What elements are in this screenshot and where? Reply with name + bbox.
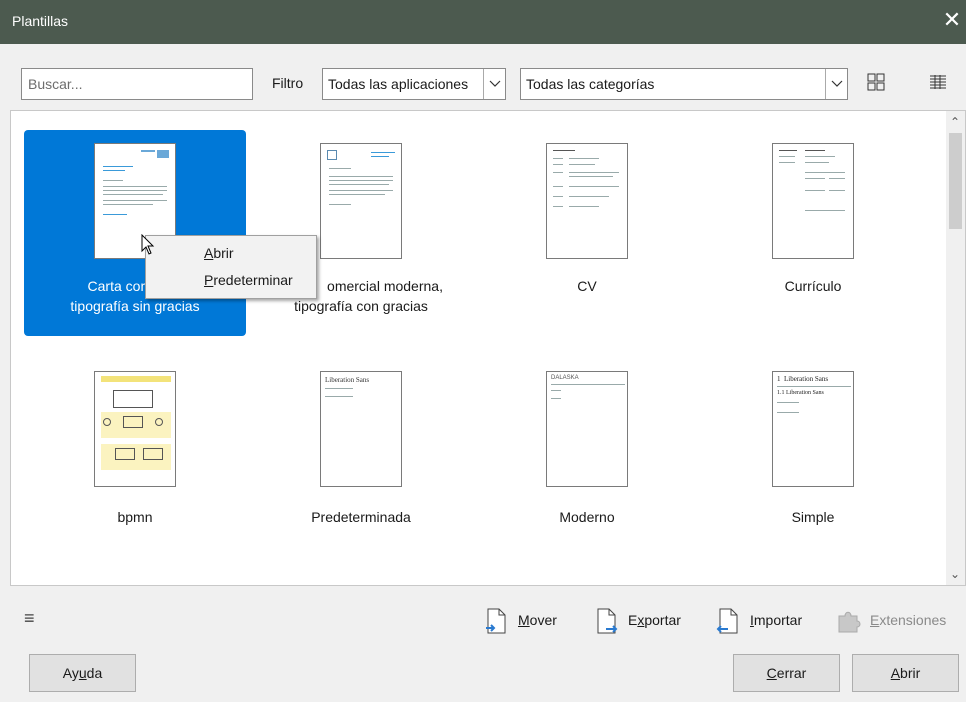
thumbnail-heading-number: 1	[777, 375, 781, 383]
template-thumbnail: DALASKA	[546, 371, 628, 487]
export-icon	[597, 608, 618, 634]
template-thumbnail	[94, 371, 176, 487]
template-thumbnail	[546, 143, 628, 259]
template-tile[interactable]: bpmn	[24, 361, 246, 567]
import-button[interactable]: Importar	[716, 608, 816, 634]
hamburger-menu-icon[interactable]: ≡	[24, 608, 48, 632]
template-tile[interactable]: 1 Liberation Sans 1.1 Liberation Sans Si…	[702, 361, 924, 567]
title-bar: Plantillas ✕	[0, 0, 966, 44]
open-button[interactable]: Abrir	[852, 654, 959, 692]
template-tile[interactable]: Carta comercia tipografía sin gracias	[24, 130, 246, 336]
template-tile[interactable]: Liberation Sans Predeterminada	[250, 361, 472, 567]
label-rest: portar	[644, 612, 681, 628]
template-tile[interactable]: CV	[476, 130, 698, 336]
thumbnail-heading: Liberation Sans	[325, 376, 370, 384]
move-label: Mover	[518, 612, 557, 628]
mnemonic-letter: P	[204, 272, 214, 288]
menu-item-label: brir	[213, 245, 234, 261]
extensions-label: Extensiones	[870, 612, 946, 628]
move-icon	[486, 608, 506, 634]
chevron-down-icon[interactable]	[825, 69, 847, 99]
mnemonic-letter: E	[870, 612, 880, 628]
extensions-icon	[838, 611, 861, 633]
label-first: E	[628, 612, 638, 628]
template-label: bpmn	[117, 509, 153, 525]
thumbnail-heading-text: Liberation Sans	[784, 375, 829, 383]
mnemonic-letter: u	[78, 665, 87, 681]
export-button[interactable]: Exportar	[594, 608, 694, 634]
context-menu-item-set-default[interactable]: Predeterminar	[204, 272, 293, 294]
export-label: Exportar	[628, 612, 681, 628]
thumbnail-heading: 1 Liberation Sans	[777, 375, 828, 383]
categories-select-value: Todas las categorías	[526, 76, 655, 92]
label-rest: errar	[776, 665, 807, 681]
context-menu-item-open[interactable]: Abrir	[204, 245, 234, 267]
label-rest: da	[86, 665, 103, 681]
context-menu: Abrir Predeterminar	[145, 235, 317, 299]
help-button[interactable]: Ayuda	[29, 654, 136, 692]
thumbnail-subheading-number: 1.1	[777, 390, 785, 396]
list-view-icon[interactable]	[928, 72, 952, 96]
template-tile[interactable]: omercial moderna, tipografía con gracias	[250, 130, 472, 336]
chevron-down-icon[interactable]	[483, 69, 505, 99]
mnemonic-letter: A	[890, 665, 901, 681]
template-tile[interactable]: Currículo	[702, 130, 924, 336]
label-rest: xtensiones	[879, 612, 947, 628]
template-label: Predeterminada	[311, 509, 411, 525]
template-thumbnail: Liberation Sans	[320, 371, 402, 487]
move-button[interactable]: Mover	[484, 608, 574, 634]
thumbnail-heading: DALASKA	[551, 375, 579, 381]
scroll-up-icon[interactable]: ⌃	[950, 115, 960, 129]
window-title: Plantillas	[12, 13, 69, 29]
label-rest: mportar	[753, 612, 803, 628]
template-thumbnail	[772, 143, 854, 259]
template-thumbnail	[320, 143, 402, 259]
import-label: Importar	[750, 612, 802, 628]
template-label-line2: tipografía sin gracias	[70, 298, 200, 314]
close-button[interactable]: Cerrar	[733, 654, 840, 692]
scroll-down-icon[interactable]: ⌄	[950, 567, 960, 581]
menu-item-label: redeterminar	[213, 272, 293, 288]
template-label-line2: tipografía con gracias	[294, 298, 428, 314]
search-placeholder: Buscar...	[28, 76, 83, 92]
template-thumbnail: 1 Liberation Sans 1.1 Liberation Sans	[772, 371, 854, 487]
template-label: Currículo	[784, 278, 842, 294]
template-label: Simple	[791, 509, 835, 525]
thumbnail-subheading-text: Liberation Sans	[786, 390, 824, 396]
import-icon	[716, 608, 738, 634]
thumbnail-subheading: 1.1 Liberation Sans	[777, 390, 824, 396]
template-tile[interactable]: DALASKA Moderno	[476, 361, 698, 567]
label-first: Ay	[62, 665, 79, 681]
templates-view[interactable]: Carta comercia tipografía sin gracias ome…	[10, 110, 966, 586]
vertical-scrollbar[interactable]: ⌃ ⌄	[946, 111, 965, 585]
mnemonic-letter: A	[204, 245, 214, 261]
label-rest: over	[529, 612, 557, 628]
applications-select[interactable]: Todas las aplicaciones	[322, 68, 506, 100]
template-label: Moderno	[559, 509, 615, 525]
extensions-button[interactable]: Extensiones	[836, 608, 961, 634]
close-icon[interactable]: ✕	[940, 9, 964, 33]
applications-select-value: Todas las aplicaciones	[328, 76, 469, 92]
template-label: CV	[577, 278, 597, 294]
label-rest: brir	[900, 665, 921, 681]
mouse-cursor-icon	[141, 233, 155, 259]
categories-select[interactable]: Todas las categorías	[520, 68, 848, 100]
search-input[interactable]: Buscar...	[21, 68, 253, 100]
grid-view-icon[interactable]	[866, 72, 890, 96]
scrollbar-thumb[interactable]	[949, 133, 962, 229]
filter-label: Filtro	[272, 75, 304, 91]
template-label-line1: omercial moderna,	[327, 278, 443, 294]
mnemonic-letter: C	[766, 665, 777, 681]
mnemonic-letter: M	[518, 612, 530, 628]
